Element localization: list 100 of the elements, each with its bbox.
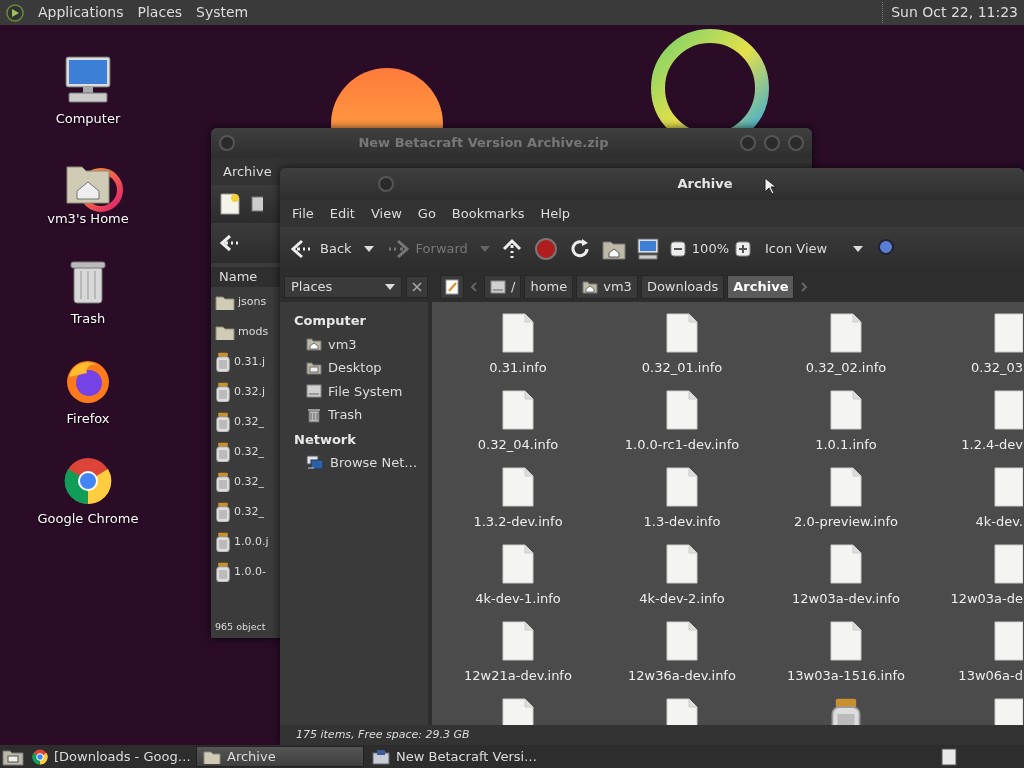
file-name[interactable]: 0.31.info — [489, 358, 547, 378]
file-name[interactable]: 4k-dev. — [975, 512, 1023, 532]
document-icon[interactable] — [829, 312, 863, 354]
dropdown-caret-icon[interactable] — [363, 246, 374, 252]
path-button[interactable]: home — [524, 274, 574, 299]
zoom-in-icon[interactable] — [735, 241, 751, 257]
view-dropdown[interactable]: Icon View — [761, 237, 868, 261]
document-icon[interactable] — [829, 620, 863, 662]
document-icon[interactable] — [501, 312, 535, 354]
menu-item[interactable]: Go — [409, 201, 444, 226]
file-name[interactable]: 13w03a-1516.info — [787, 666, 905, 686]
back-arrow-icon[interactable] — [219, 233, 241, 253]
file-name[interactable]: 1.3.2-dev.info — [473, 512, 563, 532]
sidebar-item[interactable]: vm3 — [280, 332, 428, 356]
chrome-icon[interactable] — [64, 456, 112, 505]
menu-item[interactable]: File — [284, 201, 322, 226]
trash-icon[interactable] — [68, 258, 108, 305]
column-header[interactable]: Name — [211, 267, 280, 287]
file-name[interactable]: 0.32_ — [234, 443, 264, 461]
document-icon[interactable] — [501, 389, 535, 431]
document-icon[interactable] — [665, 466, 699, 508]
taskbar-button[interactable]: [Downloads - Goog… — [26, 746, 194, 767]
workspace-switcher-icon[interactable] — [940, 748, 958, 766]
document-icon[interactable] — [665, 543, 699, 585]
taskbar-button[interactable]: New Betacraft Versi… — [366, 746, 566, 767]
file-name[interactable]: 4k-dev-2.info — [639, 589, 725, 609]
new-file-icon[interactable] — [219, 192, 241, 216]
path-button[interactable]: vm3 — [576, 274, 638, 299]
sidebar-item[interactable]: File System — [280, 379, 428, 403]
file-name[interactable]: 12w21a-dev.info — [464, 666, 572, 686]
sidebar-item[interactable]: Browse Net… — [280, 451, 428, 475]
document-icon[interactable] — [829, 389, 863, 431]
file-name[interactable]: 12w03a-dev.info — [792, 589, 900, 609]
file-name[interactable]: 12w03a-de — [950, 589, 1023, 609]
document-icon[interactable] — [829, 466, 863, 508]
computer-icon[interactable] — [635, 238, 660, 260]
file-name[interactable]: 0.32_ — [234, 503, 264, 521]
document-icon[interactable] — [501, 466, 535, 508]
menu-item[interactable]: Edit — [321, 201, 363, 226]
document-icon[interactable] — [665, 389, 699, 431]
document-icon[interactable] — [993, 389, 1023, 431]
document-icon[interactable] — [665, 620, 699, 662]
desktop-icon-label[interactable]: Trash — [70, 308, 106, 328]
show-desktop-icon[interactable] — [2, 747, 24, 766]
menu-logo-icon[interactable] — [6, 3, 24, 22]
file-name[interactable]: jsons — [238, 293, 267, 311]
desktop-icon-label[interactable]: vm3's Home — [47, 208, 129, 228]
file-name[interactable]: 0.32_01.info — [641, 358, 723, 378]
desktop-icon-label[interactable]: Computer — [55, 108, 121, 128]
edit-location-button[interactable] — [440, 274, 464, 299]
file-name[interactable]: 12w36a-dev.info — [628, 666, 736, 686]
file-name[interactable]: mods — [238, 323, 269, 341]
stop-icon[interactable] — [533, 237, 558, 261]
document-icon[interactable] — [993, 466, 1023, 508]
back-button[interactable]: Back — [288, 236, 354, 262]
file-name[interactable]: 4k-dev-1.info — [475, 589, 561, 609]
menu-item[interactable]: Bookmarks — [443, 201, 533, 226]
sidebar-item[interactable]: Trash — [280, 403, 428, 427]
computer-icon[interactable] — [63, 54, 113, 105]
document-icon[interactable] — [501, 543, 535, 585]
taskbar-button[interactable]: Archive — [196, 746, 364, 767]
file-name[interactable]: 1.0.0- — [234, 563, 266, 581]
document-icon[interactable] — [665, 312, 699, 354]
dropdown-caret-icon — [479, 246, 490, 252]
menu-item[interactable]: Archive — [215, 159, 280, 184]
close-button[interactable] — [406, 275, 428, 298]
path-button[interactable]: / — [484, 274, 522, 299]
document-icon[interactable] — [993, 620, 1023, 662]
panel-menu[interactable]: Applications — [38, 2, 124, 23]
desktop-icon-label[interactable]: Google Chrome — [37, 508, 139, 528]
file-name[interactable]: 1.0.0.j — [234, 533, 269, 551]
menu-item[interactable]: Help — [532, 201, 579, 226]
file-name[interactable]: 1.3-dev.info — [643, 512, 721, 532]
file-name[interactable]: 0.32_ — [234, 413, 264, 431]
panel-menu[interactable]: Places — [137, 2, 183, 23]
document-icon[interactable] — [993, 543, 1023, 585]
file-name[interactable]: 0.32.j — [234, 383, 266, 401]
document-icon[interactable] — [993, 312, 1023, 354]
file-name[interactable]: 0.32_03 — [971, 358, 1023, 378]
pencil-icon — [445, 278, 459, 295]
file-name[interactable]: 13w06a-d — [958, 666, 1023, 686]
panel-menu[interactable]: System — [196, 2, 249, 23]
path-button[interactable]: Downloads — [640, 274, 725, 299]
document-icon[interactable] — [829, 543, 863, 585]
places-dropdown[interactable]: Places — [284, 275, 402, 298]
path-button[interactable]: Archive — [727, 274, 795, 299]
desktop-icon-label[interactable]: Firefox — [66, 408, 110, 428]
file-name[interactable]: 0.32_04.info — [477, 435, 559, 455]
file-name[interactable]: 1.0.1.info — [815, 435, 877, 455]
file-name[interactable]: 1.0.0-rc1-dev.info — [624, 435, 740, 455]
document-icon[interactable] — [501, 620, 535, 662]
file-name[interactable]: 0.32_ — [234, 473, 264, 491]
file-name[interactable]: 0.32_02.info — [805, 358, 887, 378]
file-name[interactable]: 2.0-preview.info — [794, 512, 898, 532]
home-folder-icon[interactable] — [601, 238, 626, 260]
menu-item[interactable]: View — [362, 201, 410, 226]
zoom-out-icon[interactable] — [669, 241, 686, 257]
file-name[interactable]: 1.2.4-dev — [961, 435, 1023, 455]
file-name[interactable]: 0.31.j — [234, 353, 266, 371]
sidebar-item[interactable]: Desktop — [280, 356, 428, 380]
